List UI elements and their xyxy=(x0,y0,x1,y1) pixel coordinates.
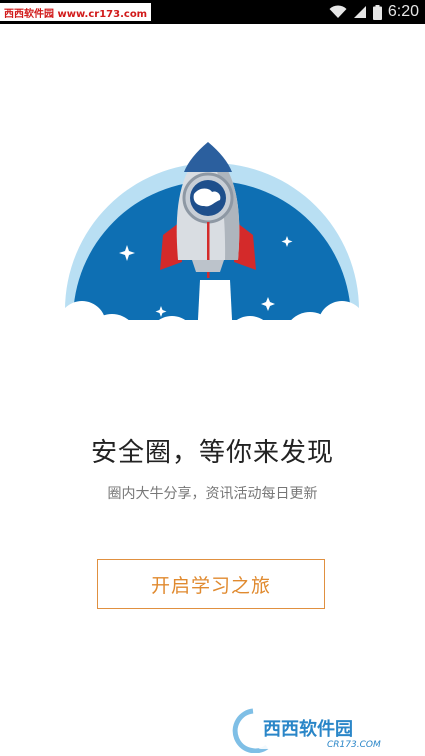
wifi-icon xyxy=(329,5,347,18)
status-icons: 6:20 xyxy=(329,0,419,24)
svg-text:西西软件园: 西西软件园 xyxy=(263,718,353,740)
signal-icon xyxy=(353,6,366,18)
page-subtitle: 圈内大牛分享，资讯活动每日更新 xyxy=(107,486,318,502)
watermark-logo: 西西软件园 CR173.COM xyxy=(232,708,417,753)
start-learning-button[interactable]: 开启学习之旅 xyxy=(97,559,325,609)
watermark-top: 西西软件园 www.cr173.com xyxy=(0,3,152,21)
clock: 6:20 xyxy=(387,3,419,20)
svg-text:CR173.COM: CR173.COM xyxy=(327,740,381,750)
status-bar: 西西软件园 www.cr173.com 6:20 xyxy=(0,0,425,24)
rocket-nozzle xyxy=(192,260,224,272)
rocket-nose xyxy=(184,142,232,172)
page-title: 安全圈，等你来发现 xyxy=(90,438,334,468)
battery-icon xyxy=(372,4,382,20)
rocket-illustration xyxy=(60,142,365,400)
